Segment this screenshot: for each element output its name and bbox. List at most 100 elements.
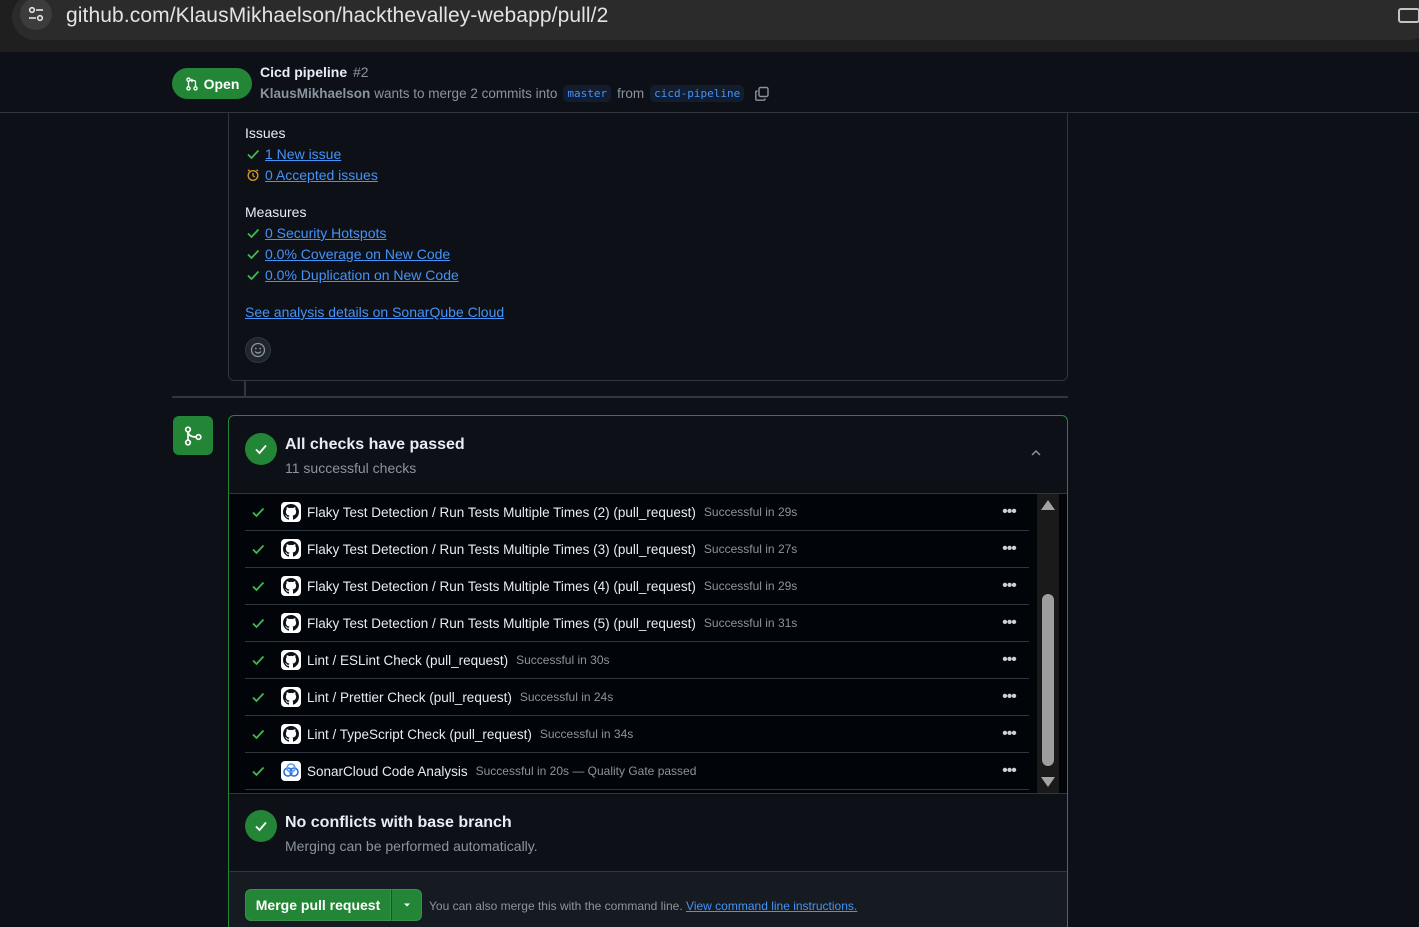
check-name[interactable]: Flaky Test Detection / Run Tests Multipl… [307, 505, 696, 520]
checks-summary: All checks have passed 11 successful che… [229, 416, 1067, 494]
checks-count: 11 successful checks [285, 460, 417, 476]
pr-subtitle: KlausMikhaelson wants to merge 2 commits… [260, 85, 770, 102]
measure-row: 0 Security Hotspots [245, 225, 386, 241]
check-name[interactable]: Lint / TypeScript Check (pull_request) [307, 727, 532, 742]
more-options-icon[interactable]: ••• [999, 502, 1019, 522]
merge-box: All checks have passed 11 successful che… [228, 415, 1068, 927]
check-name[interactable]: Flaky Test Detection / Run Tests Multipl… [307, 542, 696, 557]
check-name[interactable]: SonarCloud Code Analysis [307, 764, 468, 779]
check-icon [245, 246, 261, 262]
head-branch[interactable]: cicd-pipeline [650, 85, 745, 102]
check-icon [245, 146, 261, 162]
github-icon[interactable] [281, 576, 301, 596]
measure-row: 0.0% Duplication on New Code [245, 267, 459, 283]
check-name[interactable]: Lint / ESLint Check (pull_request) [307, 653, 508, 668]
pr-state-badge: Open [172, 68, 252, 99]
check-icon [245, 267, 261, 283]
details-row: See analysis details on SonarQube Cloud [245, 304, 504, 320]
copy-icon[interactable] [754, 86, 770, 102]
conflicts-subtitle: Merging can be performed automatically. [285, 838, 538, 854]
pr-title-text[interactable]: Cicd pipeline [260, 64, 347, 80]
pr-number: #2 [353, 64, 369, 80]
github-icon[interactable] [281, 613, 301, 633]
new-issues-link[interactable]: 1 New issue [265, 146, 341, 162]
check-status: Successful in 29s [703, 579, 798, 593]
pull-request-icon [185, 76, 198, 91]
command-line-instructions-link[interactable]: View command line instructions. [686, 899, 857, 913]
sonarcloud-icon[interactable] [281, 761, 301, 781]
check-row[interactable]: Lint / ESLint Check (pull_request) Succes… [245, 642, 1029, 679]
command-line-note: You can also merge this with the command… [429, 899, 857, 913]
cast-icon[interactable] [1398, 8, 1419, 26]
merge-actions: Merge pull request You can also merge th… [229, 872, 1067, 927]
scroll-thumb[interactable] [1042, 594, 1054, 766]
coverage-link[interactable]: 0.0% Coverage on New Code [265, 246, 450, 262]
analysis-details-link[interactable]: See analysis details on SonarQube Cloud [245, 304, 504, 320]
pr-sticky-header: Open Cicd pipeline #2 KlausMikhaelson wa… [0, 52, 1419, 113]
git-merge-icon [173, 416, 213, 455]
collapse-checks-button[interactable] [1027, 444, 1045, 462]
check-row[interactable]: Flaky Test Detection / Run Tests Multipl… [245, 568, 1029, 605]
check-name[interactable]: Lint / Prettier Check (pull_request) [307, 690, 512, 705]
github-icon[interactable] [281, 687, 301, 707]
duplication-link[interactable]: 0.0% Duplication on New Code [265, 267, 459, 283]
check-status: Successful in 20s — Quality Gate passed [475, 764, 697, 778]
check-row[interactable]: Flaky Test Detection / Run Tests Multipl… [245, 494, 1029, 531]
check-icon [251, 727, 269, 741]
chevron-up-icon [1031, 449, 1041, 456]
scroll-down-arrow-icon[interactable] [1041, 777, 1055, 787]
timeline-line [244, 381, 246, 397]
check-row[interactable]: Flaky Test Detection / Run Tests Multipl… [245, 531, 1029, 568]
check-icon [251, 616, 269, 630]
more-options-icon[interactable]: ••• [999, 650, 1019, 670]
check-name[interactable]: Flaky Test Detection / Run Tests Multipl… [307, 616, 696, 631]
check-icon [251, 505, 269, 519]
sonarcloud-comment: Issues 1 New issue 0 Accepted issues Mea… [228, 112, 1068, 381]
address-bar[interactable]: github.com/KlausMikhaelson/hackthevalley… [12, 0, 1419, 40]
github-icon[interactable] [281, 502, 301, 522]
github-icon[interactable] [281, 539, 301, 559]
site-settings-icon[interactable] [20, 0, 52, 30]
no-conflicts-icon [245, 810, 277, 842]
more-options-icon[interactable]: ••• [999, 761, 1019, 781]
github-icon[interactable] [281, 724, 301, 744]
check-row[interactable]: Flaky Test Detection / Run Tests Multipl… [245, 605, 1029, 642]
check-row[interactable]: Lint / Prettier Check (pull_request) Succ… [245, 679, 1029, 716]
check-status: Successful in 30s [516, 653, 610, 667]
issues-heading: Issues [245, 125, 286, 141]
check-icon [251, 764, 269, 778]
security-hotspots-link[interactable]: 0 Security Hotspots [265, 225, 386, 241]
measure-row: 0.0% Coverage on New Code [245, 246, 450, 262]
check-status: Successful in 34s [539, 727, 634, 741]
pr-author-link[interactable]: KlausMikhaelson [260, 86, 370, 101]
smiley-icon [250, 342, 266, 358]
accepted-issues-link[interactable]: 0 Accepted issues [265, 167, 378, 183]
check-status: Successful in 24s [519, 690, 614, 704]
url-text[interactable]: github.com/KlausMikhaelson/hackthevalley… [66, 4, 608, 28]
more-options-icon[interactable]: ••• [999, 687, 1019, 707]
checks-scrollbar[interactable] [1037, 494, 1059, 793]
measures-heading: Measures [245, 204, 307, 220]
add-reaction-button[interactable] [245, 337, 271, 363]
check-name[interactable]: Flaky Test Detection / Run Tests Multipl… [307, 579, 696, 594]
merge-method-dropdown[interactable] [391, 889, 422, 921]
checks-list[interactable]: SonarCloud Code Analysis Successful in 20… [229, 494, 1067, 793]
scroll-up-arrow-icon[interactable] [1041, 500, 1055, 510]
check-row[interactable]: Lint / TypeScript Check (pull_request) Su… [245, 716, 1029, 753]
clock-icon [245, 167, 261, 183]
merge-pull-request-button[interactable]: Merge pull request [245, 889, 391, 921]
base-branch[interactable]: master [563, 85, 612, 102]
more-options-icon[interactable]: ••• [999, 724, 1019, 744]
check-icon [251, 653, 269, 667]
github-icon[interactable] [281, 650, 301, 670]
more-options-icon[interactable]: ••• [999, 539, 1019, 559]
more-options-icon[interactable]: ••• [999, 576, 1019, 596]
browser-toolbar: github.com/KlausMikhaelson/hackthevalley… [0, 0, 1419, 52]
check-icon [251, 690, 269, 704]
conflicts-title: No conflicts with base branch [285, 814, 512, 831]
from-text: from [617, 86, 645, 101]
check-icon [251, 579, 269, 593]
merge-description: wants to merge 2 commits into [374, 86, 558, 101]
more-options-icon[interactable]: ••• [999, 613, 1019, 633]
check-row[interactable]: SonarCloud Code Analysis Successful in 20… [245, 753, 1029, 790]
